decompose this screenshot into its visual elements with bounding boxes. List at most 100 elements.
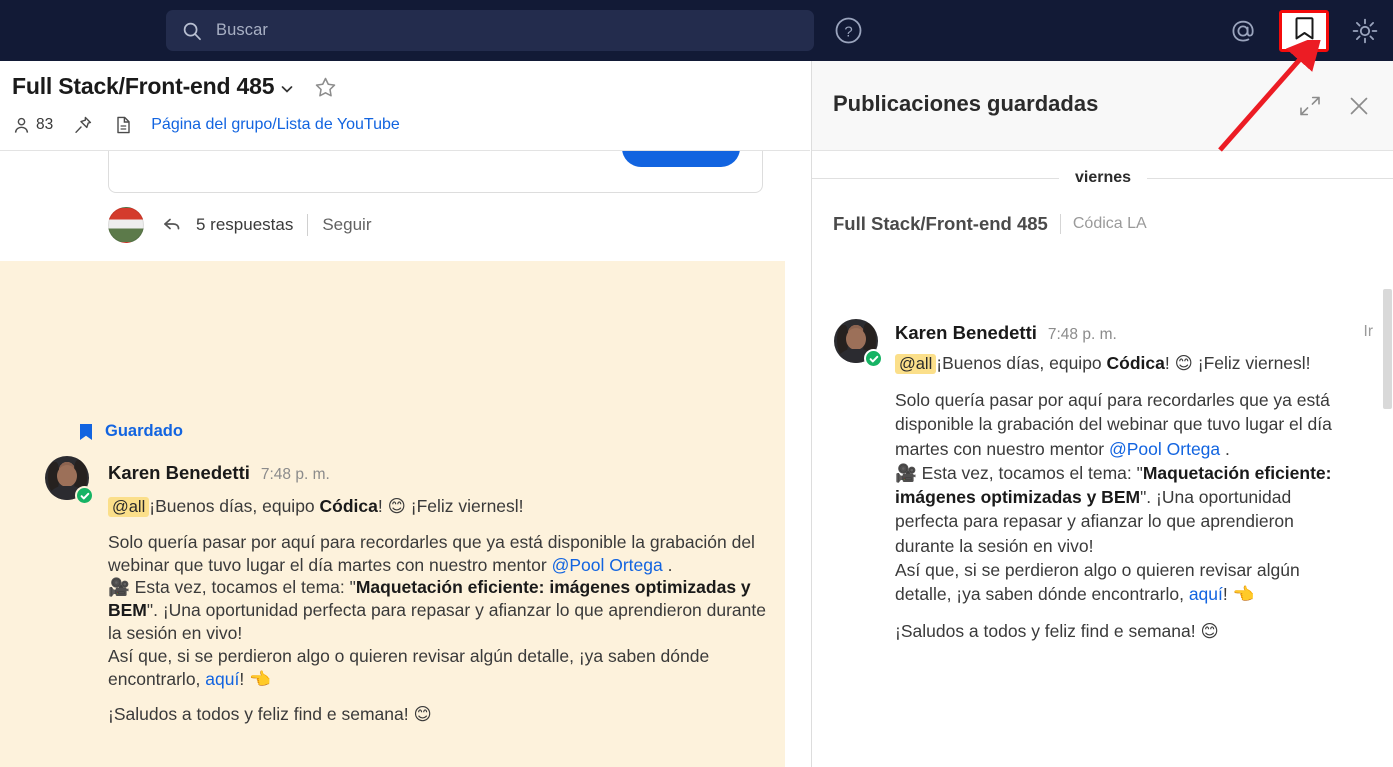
top-navigation-bar: Buscar ? [0, 0, 1393, 61]
members-count[interactable]: 83 [12, 116, 53, 135]
greeting-bold: Códica [320, 496, 378, 516]
member-count-label: 83 [36, 116, 53, 134]
video-camera-emoji: 🎥 [895, 463, 917, 483]
greeting-post: ! [1165, 353, 1175, 373]
at-mention-icon[interactable] [1229, 17, 1257, 45]
smiley-emoji: 😊 [413, 704, 431, 724]
panel-message-body: @all¡Buenos días, equipo Códica! 😊 ¡Feli… [895, 351, 1347, 643]
divider-line-right [1147, 178, 1393, 179]
panel-title: Publicaciones guardadas [833, 91, 1098, 117]
topic-link-group-page[interactable]: Página del grupo [151, 116, 272, 133]
p2-text-a: Esta vez, tocamos el tema: " [130, 577, 356, 597]
search-input[interactable]: Buscar [166, 10, 814, 51]
saved-posts-button-highlighted[interactable] [1279, 10, 1329, 52]
message-author-row: Karen Benedetti 7:48 p. m. [108, 462, 330, 484]
saved-badge: Guardado [79, 422, 183, 441]
bookmark-icon [1293, 15, 1316, 47]
gear-icon[interactable] [1351, 17, 1379, 45]
expand-diagonal-icon[interactable] [1299, 95, 1321, 117]
saved-badge-label[interactable]: Guardado [105, 422, 183, 441]
topbar-actions [1229, 0, 1379, 61]
divider [1060, 214, 1061, 234]
video-camera-emoji: 🎥 [108, 577, 130, 597]
greeting-pre: ¡Buenos días, equipo [936, 353, 1106, 373]
panel-paragraph-2: 🎥 Esta vez, tocamos el tema: "Maquetació… [895, 461, 1347, 558]
panel-message-author-name[interactable]: Karen Benedetti [895, 322, 1037, 344]
panel-message-timestamp: 7:48 p. m. [1048, 326, 1117, 344]
message-line-greeting: @all¡Buenos días, equipo Códica! 😊 ¡Feli… [108, 495, 768, 519]
link-aqui[interactable]: aquí [205, 669, 239, 689]
message-paragraph-4: ¡Saludos a todos y feliz find e semana! … [108, 703, 768, 726]
help-icon[interactable]: ? [833, 15, 864, 46]
star-outline-icon[interactable] [314, 76, 336, 98]
document-icon[interactable] [113, 115, 133, 135]
svg-text:?: ? [844, 24, 852, 41]
page-title[interactable]: Full Stack/Front-end 485 [12, 73, 274, 100]
mention-all-badge[interactable]: @all [108, 497, 149, 517]
greeting-pre: ¡Buenos días, equipo [149, 496, 319, 516]
divider [307, 214, 308, 236]
panel-message-author-row: Karen Benedetti 7:48 p. m. [895, 322, 1117, 344]
greeting-emoji: 😊 [388, 496, 406, 516]
channel-topic: Página del grupo/Lista de YouTube [151, 116, 400, 134]
mention-all-badge[interactable]: @all [895, 354, 936, 374]
link-aqui[interactable]: aquí [1189, 584, 1223, 604]
topic-link-youtube-list[interactable]: Lista de YouTube [277, 116, 400, 133]
day-divider: viernes [812, 166, 1393, 190]
chevron-down-icon[interactable] [280, 82, 294, 96]
verified-check-icon [864, 349, 883, 368]
scrollbar-thumb[interactable] [1383, 289, 1392, 409]
panel-header: Publicaciones guardadas [812, 61, 1393, 151]
greeting-bold: Códica [1107, 353, 1165, 373]
bookmark-filled-icon [79, 423, 93, 441]
channel-header: Full Stack/Front-end 485 83 [0, 61, 810, 151]
panel-team-name: Códica LA [1073, 215, 1147, 233]
p3-text-b: ! [239, 669, 249, 689]
search-placeholder: Buscar [216, 21, 268, 40]
p4-text: ¡Saludos a todos y feliz find e semana! [895, 621, 1200, 641]
message-paragraph-3: Así que, si se perdieron algo o quieren … [108, 645, 768, 691]
pointing-hand-emoji: 👈 [1233, 584, 1255, 604]
p1-text-b: . [663, 555, 673, 575]
close-x-icon[interactable] [1347, 94, 1371, 118]
message-body: @all¡Buenos días, equipo Códica! 😊 ¡Feli… [108, 495, 768, 726]
message-list: 5 respuestas Seguir Guardado [0, 151, 810, 767]
channel-title-row: Full Stack/Front-end 485 [12, 73, 336, 100]
panel-item-channel-row: Full Stack/Front-end 485 Códica LA [833, 213, 1147, 235]
panel-channel-name[interactable]: Full Stack/Front-end 485 [833, 213, 1048, 235]
pin-icon[interactable] [73, 115, 93, 135]
p3-text-a: Así que, si se perdieron algo o quieren … [108, 646, 709, 689]
greeting-end: ¡Feliz viernesl! [1193, 353, 1311, 373]
panel-line-greeting: @all¡Buenos días, equipo Códica! 😊 ¡Feli… [895, 351, 1347, 376]
reply-arrow-icon [162, 215, 182, 235]
previous-message-card [108, 151, 763, 193]
saved-posts-panel: Publicaciones guardadas viernes Full Sta… [811, 61, 1393, 767]
p2-text-a: Esta vez, tocamos el tema: " [917, 463, 1143, 483]
greeting-post: ! [378, 496, 388, 516]
thread-replies-row: 5 respuestas Seguir [108, 207, 371, 243]
p4-text: ¡Saludos a todos y feliz find e semana! [108, 704, 413, 724]
greeting-emoji: 😊 [1175, 353, 1193, 373]
replies-count-link[interactable]: 5 respuestas [196, 215, 293, 235]
follow-thread-link[interactable]: Seguir [322, 215, 371, 235]
verified-check-icon [75, 486, 94, 505]
greeting-end: ¡Feliz viernesl! [406, 496, 524, 516]
primary-action-button[interactable] [622, 151, 740, 167]
day-divider-label: viernes [1059, 169, 1147, 187]
message-paragraph-2: 🎥 Esta vez, tocamos el tema: "Maquetació… [108, 576, 768, 645]
message-author-name[interactable]: Karen Benedetti [108, 462, 250, 484]
panel-paragraph-1: Solo quería pasar por aquí para recordar… [895, 388, 1347, 461]
mention-pool-ortega[interactable]: @Pool Ortega [1109, 439, 1220, 459]
search-icon [182, 21, 202, 41]
p3-text-b: ! [1223, 584, 1233, 604]
panel-paragraph-4: ¡Saludos a todos y feliz find e semana! … [895, 619, 1347, 643]
panel-paragraph-3: Así que, si se perdieron algo o quieren … [895, 558, 1347, 607]
app-root: Buscar ? [0, 0, 1393, 767]
go-to-message-link[interactable]: Ir [1364, 323, 1373, 341]
avatar[interactable] [108, 207, 144, 243]
panel-scrollbar[interactable] [1382, 151, 1393, 767]
avatar[interactable] [834, 319, 880, 365]
mention-pool-ortega[interactable]: @Pool Ortega [552, 555, 663, 575]
avatar[interactable] [45, 456, 91, 502]
smiley-emoji: 😊 [1200, 621, 1218, 641]
